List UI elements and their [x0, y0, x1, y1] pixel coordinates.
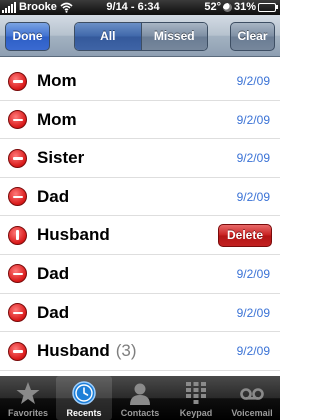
caller-name-text: Mom	[37, 109, 77, 129]
caller-name: Husband (3)	[37, 341, 137, 361]
delete-circle-icon[interactable]	[8, 110, 27, 130]
call-row[interactable]: Mom 9/2/09	[0, 62, 280, 101]
recents-list: Mom 9/2/09 Mom 9/2/09 Sister 9/2/09 Dad 9/2/09 H…	[0, 62, 280, 371]
call-row[interactable]: Husband Delete	[0, 216, 280, 255]
tab-label-contacts: Contacts	[120, 408, 160, 418]
delete-circle-icon[interactable]	[8, 264, 27, 284]
carrier-name: Brooke	[19, 1, 57, 13]
call-row[interactable]: Sister 9/2/09	[0, 139, 280, 178]
delete-circle-icon[interactable]	[8, 303, 27, 323]
call-date: 9/2/09	[236, 74, 270, 88]
caller-name-text: Dad	[37, 302, 70, 322]
voicemail-icon	[240, 388, 264, 400]
segment-all[interactable]: All	[75, 23, 142, 50]
tab-bar: Favorites Recents Contacts Keypad Voicem…	[0, 376, 280, 420]
delete-circle-icon[interactable]	[8, 148, 27, 168]
caller-name-text: Sister	[37, 148, 85, 168]
call-row[interactable]: Dad 9/2/09	[0, 178, 280, 217]
call-date: 9/2/09	[236, 151, 270, 166]
done-button[interactable]: Done	[5, 22, 50, 51]
tab-favorites[interactable]: Favorites	[0, 376, 56, 420]
call-date: 9/2/09	[236, 189, 270, 204]
call-date: 9/2/09	[236, 112, 270, 127]
caller-name: Dad	[37, 264, 69, 284]
delete-circle-icon[interactable]	[8, 187, 27, 207]
call-row[interactable]: Dad 9/2/09	[0, 255, 280, 294]
caller-name: Dad	[37, 187, 69, 207]
call-row[interactable]: Dad 9/2/09	[0, 294, 280, 333]
caller-name-text: Mom	[37, 71, 77, 90]
keypad-icon	[186, 382, 206, 404]
call-row[interactable]: Mom 9/2/09	[0, 101, 280, 140]
call-date: 9/2/09	[236, 266, 270, 281]
clock-icon	[72, 381, 96, 405]
delete-button[interactable]: Delete	[218, 224, 272, 248]
caller-name: Mom	[37, 71, 77, 91]
status-clock: 9/14 - 6:34	[106, 1, 160, 13]
battery-percent: 31%	[233, 1, 256, 13]
caller-name-text: Dad	[37, 263, 70, 283]
tab-contacts[interactable]: Contacts	[112, 376, 168, 420]
call-date: 9/2/09	[236, 344, 270, 359]
call-count: (3)	[115, 341, 137, 361]
caller-name-text: Dad	[37, 186, 70, 206]
tab-voicemail[interactable]: Voicemail	[224, 376, 280, 420]
tab-keypad[interactable]: Keypad	[168, 376, 224, 420]
status-bar: Brooke 9/14 - 6:34 52° 31%	[0, 0, 280, 15]
call-date: 9/2/09	[236, 305, 270, 320]
temperature-text: 52°	[204, 1, 221, 13]
battery-icon	[258, 2, 278, 12]
segment-missed[interactable]: Missed	[141, 23, 207, 50]
delete-circle-icon[interactable]	[8, 71, 27, 91]
nav-bar: Done All Missed Clear	[0, 15, 280, 57]
wifi-icon	[60, 2, 73, 13]
call-row[interactable]: Husband (3) 9/2/09	[0, 332, 280, 371]
moon-icon	[222, 2, 232, 12]
clear-button[interactable]: Clear	[230, 22, 275, 51]
caller-name-text: Husband	[37, 341, 110, 361]
delete-circle-icon[interactable]	[8, 225, 27, 245]
caller-name: Dad	[37, 303, 69, 323]
tab-label-favorites: Favorites	[7, 408, 49, 418]
caller-name-text: Husband	[37, 225, 110, 245]
tab-recents[interactable]: Recents	[56, 376, 112, 420]
filter-segmented-control: All Missed	[74, 22, 208, 51]
delete-circle-icon[interactable]	[8, 341, 27, 361]
tab-label-keypad: Keypad	[179, 408, 213, 418]
caller-name: Mom	[37, 110, 77, 130]
caller-name: Sister	[37, 148, 84, 168]
signal-icon	[2, 1, 16, 13]
star-icon	[16, 382, 40, 404]
caller-name: Husband	[37, 225, 110, 245]
person-icon	[130, 383, 150, 405]
tab-label-voicemail: Voicemail	[231, 408, 273, 418]
tab-label-recents: Recents	[66, 408, 102, 418]
